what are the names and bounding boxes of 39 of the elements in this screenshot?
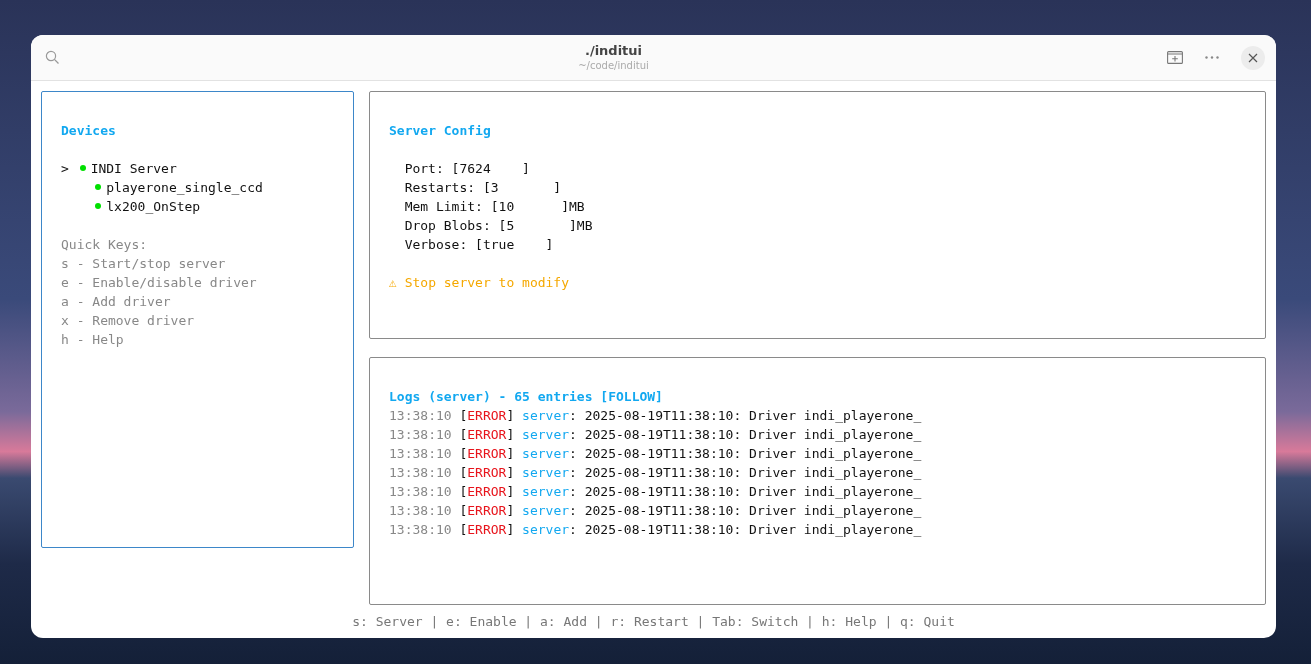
help-text: h - Help: [61, 331, 125, 349]
log-line: 13:38:10 [ERROR] server: 2025-08-19T11:38:10: Driver indi_playerone_: [389, 502, 922, 520]
devices-panel[interactable]: Devices > INDI Server playerone_single_ccd lx200_OnStep Quick Keys: s - Start/stop server e - Enable/disable driver a - Add driver x - Remove driver h - Help: [41, 91, 354, 548]
logs-panel[interactable]: [369, 357, 1266, 605]
config-field: Verbose: [true ]: [404, 235, 554, 254]
config-field: Restarts: [3 ]: [404, 178, 562, 197]
new-tab-icon: [1167, 51, 1183, 64]
device-item[interactable]: INDI Server: [90, 159, 177, 178]
config-panel[interactable]: Server Config Port: [7624 ] Restarts: [3 ] Mem Limit: [10 ]MB Drop Blobs: [5 ]MB Verbose: [true ] ⚠ Stop server to modify: [369, 91, 1266, 339]
log-line: 13:38:10 [ERROR] server: 2025-08-19T11:38:10: Driver indi_playerone_: [389, 426, 922, 444]
log-line: 13:38:10 [ERROR] server: 2025-08-19T11:38:10: Driver indi_playerone_: [389, 464, 922, 482]
log-line: 13:38:10 [ERROR] server: 2025-08-19T11:38:10: Driver indi_playerone_: [389, 445, 922, 463]
device-item[interactable]: lx200_OnStep: [106, 197, 201, 216]
log-line: 13:38:10 [ERROR] server: 2025-08-19T11:38:10: Driver indi_playerone_: [389, 483, 922, 501]
help-text: Quick Keys:: [61, 236, 149, 254]
window-subtitle: ~/code/inditui: [578, 59, 649, 72]
panel-title: Devices: [61, 122, 117, 140]
help-text: x - Remove driver: [61, 312, 196, 330]
device-item[interactable]: playerone_single_ccd: [106, 178, 263, 197]
warning-text: ⚠ Stop server to modify: [389, 274, 570, 292]
config-field: Drop Blobs: [5 ]MB: [404, 216, 593, 235]
log-line: 13:38:10 [ERROR] server: 2025-08-19T11:38:10: Driver indi_playerone_: [389, 521, 922, 539]
config-field: Port: [7624 ]: [404, 159, 530, 178]
help-text: a - Add driver: [61, 293, 172, 311]
close-icon: [1248, 52, 1258, 63]
more-button[interactable]: [1205, 56, 1219, 59]
config-field: Mem Limit: [10 ]MB: [404, 197, 585, 216]
window-title: ./inditui: [584, 43, 643, 59]
help-text: s - Start/stop server: [61, 255, 227, 273]
cursor-marker: >: [61, 160, 70, 178]
status-text: s: Server | e: Enable | a: Add | r: Restart | Tab: Switch | h: Help | q: Quit: [352, 614, 955, 629]
panel-title: Logs (server) - 65 entries [FOLLOW]: [389, 388, 664, 406]
panel-title: Server Config: [389, 122, 492, 140]
more-icon: [1205, 56, 1219, 59]
log-line: 13:38:10 [ERROR] server: 2025-08-19T11:38:10: Driver indi_playerone_: [389, 407, 922, 425]
help-text: e - Enable/disable driver: [61, 274, 258, 292]
close-button[interactable]: [1241, 45, 1265, 70]
search-icon[interactable]: [45, 50, 60, 65]
new-tab-button[interactable]: [1167, 51, 1183, 64]
